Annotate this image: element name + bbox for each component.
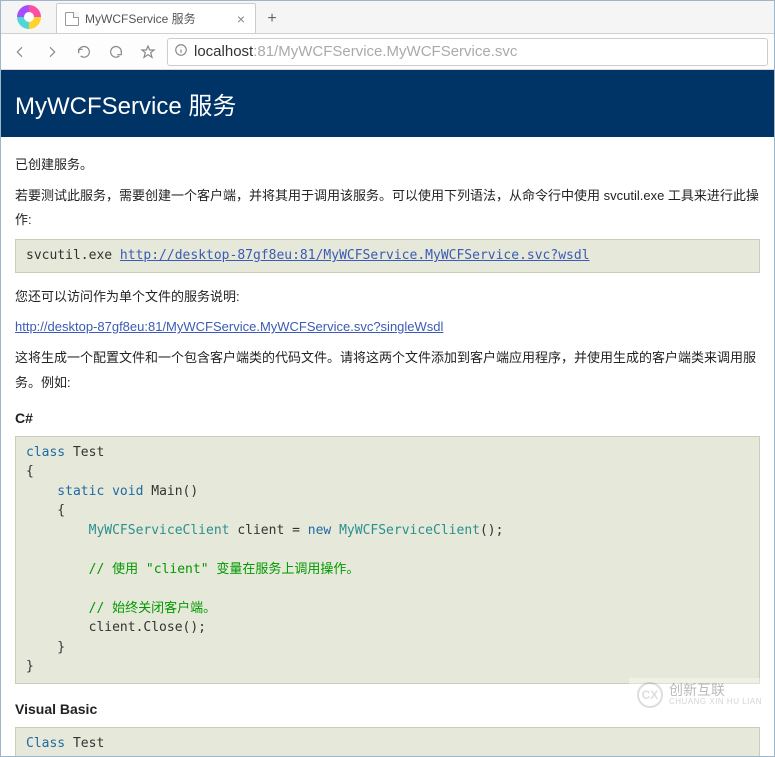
watermark-line2: CHUANG XIN HU LIAN xyxy=(669,698,762,707)
svcutil-code-box: svcutil.exe http://desktop-87gf8eu:81/My… xyxy=(15,239,760,273)
watermark-icon: CX xyxy=(637,682,663,708)
close-tab-icon[interactable]: × xyxy=(235,10,247,28)
reload-button[interactable] xyxy=(71,39,97,65)
site-info-icon[interactable] xyxy=(174,43,188,60)
undo-nav-button[interactable] xyxy=(103,39,129,65)
generation-instruction: 这将生成一个配置文件和一个包含客户端类的代码文件。请将这两个文件添加到客户端应用… xyxy=(15,346,760,395)
nav-bar: localhost:81/MyWCFService.MyWCFService.s… xyxy=(1,34,774,70)
page-title: MyWCFService 服务 xyxy=(1,70,774,137)
back-button[interactable] xyxy=(7,39,33,65)
tab-title: MyWCFService 服务 xyxy=(85,10,196,27)
browser-logo xyxy=(1,0,56,33)
single-file-instruction: 您还可以访问作为单个文件的服务说明: xyxy=(15,285,760,310)
wsdl-link[interactable]: http://desktop-87gf8eu:81/MyWCFService.M… xyxy=(120,248,590,263)
watermark-line1: 创新互联 xyxy=(669,683,762,698)
page-content: MyWCFService 服务 已创建服务。 若要测试此服务，需要创建一个客户端… xyxy=(1,70,774,756)
new-tab-button[interactable]: + xyxy=(258,5,286,33)
vb-code-box: Class Test Shared Sub Main() Dim client … xyxy=(15,727,760,757)
created-text: 已创建服务。 xyxy=(15,153,760,178)
watermark: CX 创新互联 CHUANG XIN HU LIAN xyxy=(629,678,770,712)
single-wsdl-link[interactable]: http://desktop-87gf8eu:81/MyWCFService.M… xyxy=(15,319,443,334)
csharp-code-box: class Test { static void Main() { MyWCFS… xyxy=(15,436,760,684)
tab-bar: MyWCFService 服务 × + xyxy=(1,1,774,34)
favorite-button[interactable] xyxy=(135,39,161,65)
forward-button[interactable] xyxy=(39,39,65,65)
test-instruction: 若要测试此服务，需要创建一个客户端，并将其用于调用该服务。可以使用下列语法，从命… xyxy=(15,184,760,233)
url-bar[interactable]: localhost:81/MyWCFService.MyWCFService.s… xyxy=(167,38,768,66)
url-text: localhost:81/MyWCFService.MyWCFService.s… xyxy=(194,43,517,60)
page-icon xyxy=(65,12,79,26)
csharp-label: C# xyxy=(15,405,760,432)
browser-tab[interactable]: MyWCFService 服务 × xyxy=(56,3,256,33)
